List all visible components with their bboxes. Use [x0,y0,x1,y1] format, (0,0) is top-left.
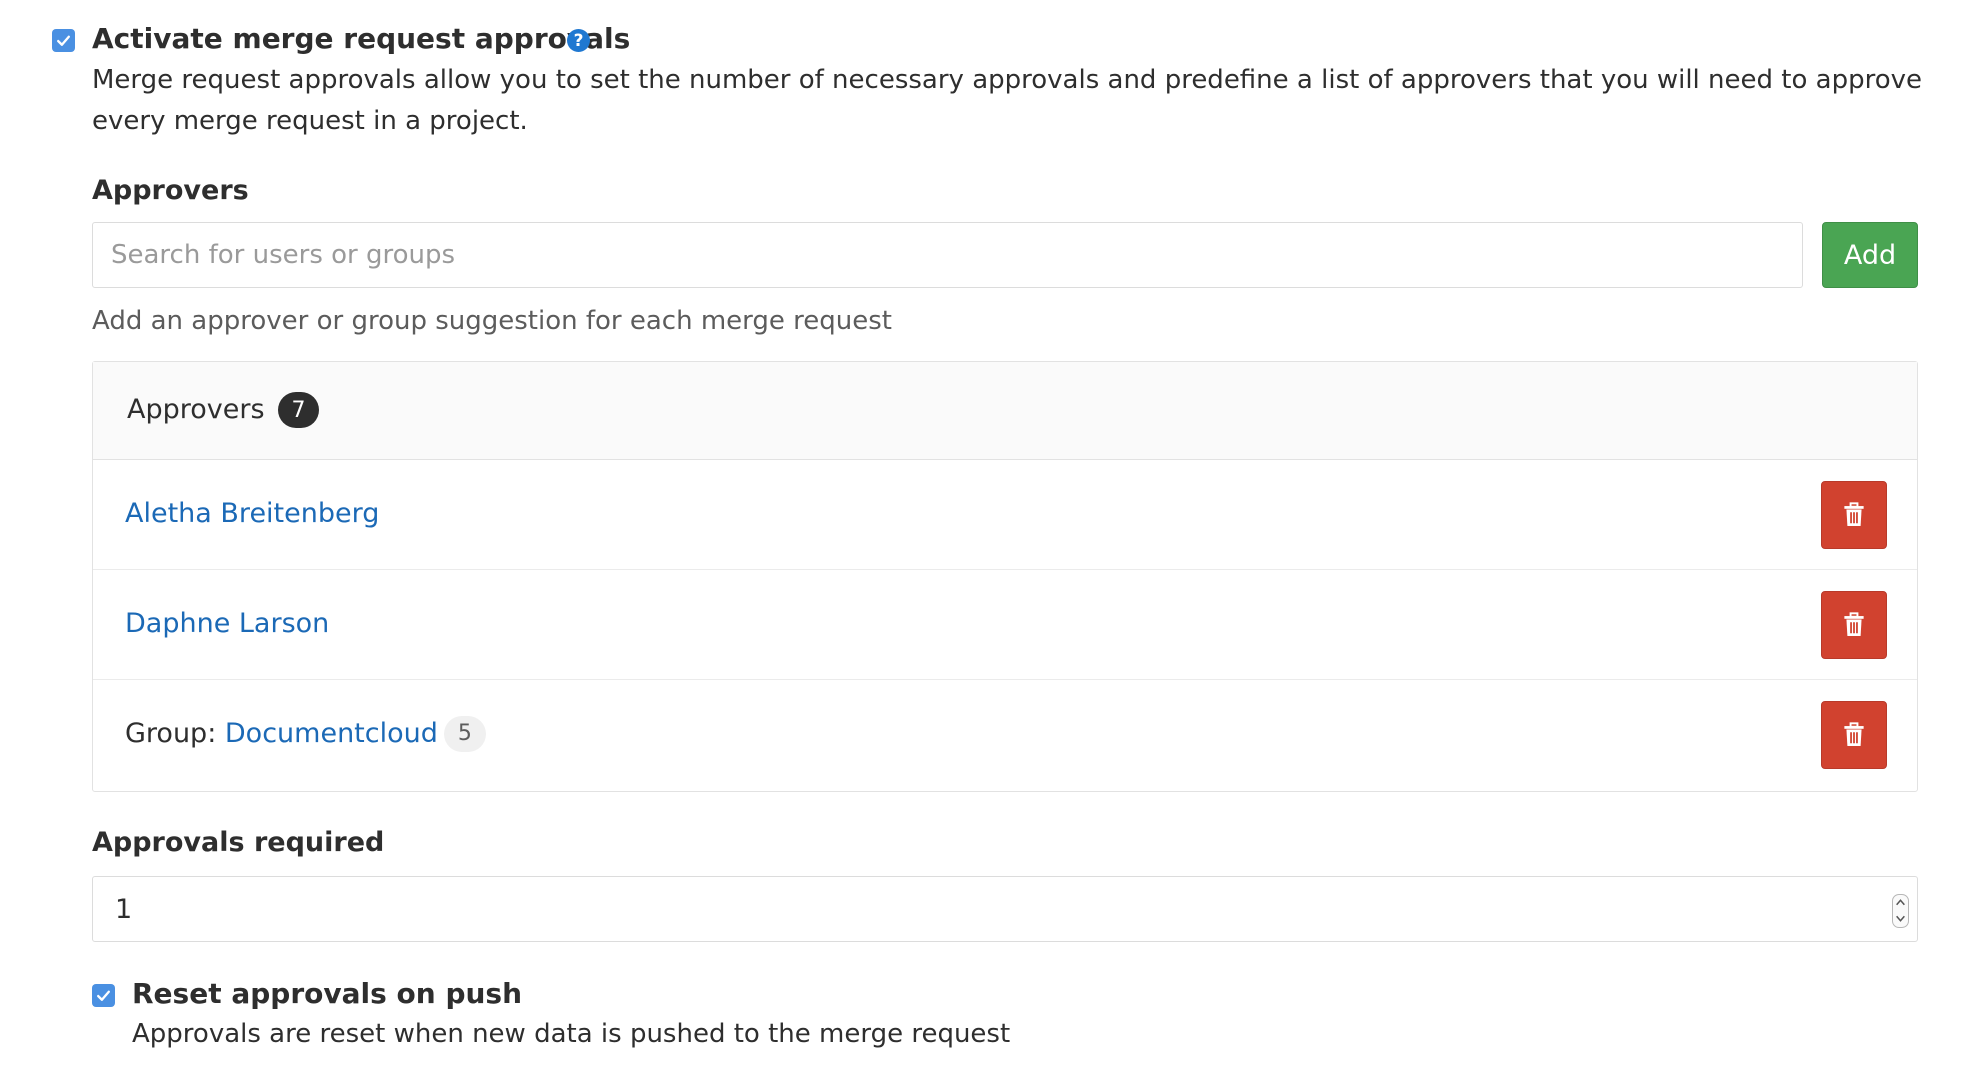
approvers-hint: Add an approver or group suggestion for … [92,306,892,336]
question-circle-icon[interactable]: ? [567,29,590,52]
group-link[interactable]: Documentcloud [225,718,438,749]
approvers-count-badge: 7 [278,392,319,428]
checkmark-icon [97,990,110,1001]
remove-group-button[interactable] [1821,701,1887,769]
reset-approvals-description: Approvals are reset when new data is pus… [132,1019,1011,1049]
reset-approvals-title[interactable]: Reset approvals on push [132,977,522,1011]
approver-link[interactable]: Daphne Larson [125,608,329,639]
trash-icon [1844,502,1864,526]
approver-row: Daphne Larson [93,570,1917,680]
activate-approvals-checkbox[interactable] [52,29,75,52]
chevron-up-icon[interactable] [1895,898,1906,907]
approver-search-input[interactable]: Search for users or groups [92,222,1803,288]
approver-group-row: Group: Documentcloud 5 [93,680,1917,790]
approvers-label: Approvers [92,175,249,206]
approvers-panel-header: Approvers 7 [93,362,1917,460]
merge-request-approvals-settings: Activate merge request approvals ? Merge… [0,0,1972,1070]
approver-row: Aletha Breitenberg [93,460,1917,570]
approver-link[interactable]: Aletha Breitenberg [125,498,379,529]
approvals-required-value: 1 [115,894,133,925]
trash-icon [1844,722,1864,746]
activate-approvals-description: Merge request approvals allow you to set… [92,65,1923,136]
approvers-panel: Approvers 7 Aletha Breitenberg Daphne La… [92,361,1918,792]
approvals-required-label: Approvals required [92,827,385,858]
approvals-required-input[interactable]: 1 [92,876,1918,942]
number-stepper[interactable] [1892,894,1909,928]
group-prefix: Group: [125,718,225,749]
add-approver-button[interactable]: Add [1822,222,1918,288]
approvers-panel-title: Approvers [127,394,265,425]
group-member-count-badge: 5 [443,716,486,752]
trash-icon [1844,612,1864,636]
checkmark-icon [57,35,70,46]
chevron-down-icon[interactable] [1895,914,1906,923]
activate-approvals-title[interactable]: Activate merge request approvals [92,22,630,56]
reset-approvals-checkbox[interactable] [92,984,115,1007]
remove-approver-button[interactable] [1821,591,1887,659]
remove-approver-button[interactable] [1821,481,1887,549]
